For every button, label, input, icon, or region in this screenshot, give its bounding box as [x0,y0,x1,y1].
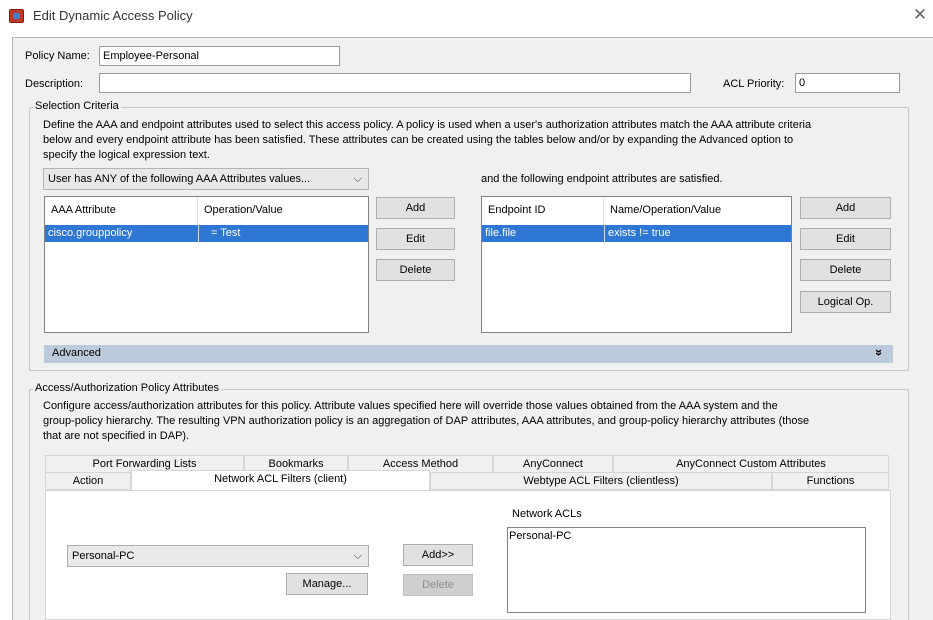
policy-name-label: Policy Name: [25,50,90,62]
chevron-down-icon: ⌵ [353,173,362,185]
access-description-line: that are not specified in DAP). [43,430,190,442]
double-chevron-down-icon: » [871,348,887,357]
aaa-attribute-cell: cisco.grouppolicy [48,227,133,239]
endpoint-column-header-id[interactable]: Endpoint ID [482,197,604,224]
window-title: Edit Dynamic Access Policy [33,8,193,23]
selection-description-line: specify the logical expression text. [43,149,210,161]
selection-description: Define the AAA and endpoint attributes u… [43,118,903,163]
selection-description-line: below and every endpoint attribute has b… [43,134,794,146]
network-acls-label: Network ACLs [512,508,582,520]
app-icon [9,9,24,23]
delete-acl-button: Delete [403,574,473,596]
network-acl-combo[interactable]: Personal-PC ⌵ [67,545,369,567]
endpoint-add-button[interactable]: Add [800,197,891,219]
aaa-column-header-attribute[interactable]: AAA Attribute [45,197,198,224]
endpoint-edit-button[interactable]: Edit [800,228,891,250]
description-label: Description: [25,78,84,90]
access-description-line: Configure access/authorization attribute… [43,400,778,412]
aaa-attributes-table[interactable]: AAA Attribute Operation/Value cisco.grou… [44,196,369,333]
description-input[interactable] [99,73,691,93]
logical-op-button[interactable]: Logical Op. [800,291,891,313]
access-description-line: group-policy hierarchy. The resulting VP… [43,415,810,427]
title-bar: Edit Dynamic Access Policy ✕ [0,0,933,32]
endpoint-attributes-table[interactable]: Endpoint ID Name/Operation/Value file.fi… [481,196,792,333]
tab-network-acl-filters[interactable]: Network ACL Filters (client) [131,470,430,490]
acl-priority-label: ACL Priority: [723,78,785,90]
endpoint-delete-button[interactable]: Delete [800,259,891,281]
tab-anyconnect[interactable]: AnyConnect [493,455,613,473]
tab-action[interactable]: Action [45,472,131,490]
aaa-delete-button[interactable]: Delete [376,259,455,281]
tab-functions[interactable]: Functions [772,472,889,490]
access-attributes-title: Access/Authorization Policy Attributes [33,382,222,394]
acl-priority-input[interactable]: 0 [795,73,900,93]
selection-criteria-title: Selection Criteria [33,100,121,112]
aaa-add-button[interactable]: Add [376,197,455,219]
tab-webtype-acl-filters[interactable]: Webtype ACL Filters (clientless) [430,472,772,490]
close-icon[interactable]: ✕ [911,5,929,25]
aaa-column-header-operation[interactable]: Operation/Value [198,197,368,224]
access-description: Configure access/authorization attribute… [43,399,903,444]
advanced-label: Advanced [52,347,101,359]
chevron-down-icon: ⌵ [353,550,362,562]
policy-name-input[interactable]: Employee-Personal [99,46,340,66]
advanced-expander[interactable]: Advanced » [44,345,893,363]
aaa-operation-cell: = Test [198,225,368,242]
add-acl-button[interactable]: Add>> [403,544,473,566]
endpoint-value-cell: exists != true [604,225,791,242]
table-row[interactable]: file.file exists != true [482,225,791,242]
endpoint-criteria-text: and the following endpoint attributes ar… [481,173,723,185]
endpoint-column-header-value[interactable]: Name/Operation/Value [604,197,791,224]
network-acl-combo-value: Personal-PC [72,550,135,562]
endpoint-id-cell: file.file [485,227,517,239]
list-item[interactable]: Personal-PC [508,528,865,544]
tab-anyconnect-custom-attributes[interactable]: AnyConnect Custom Attributes [613,455,889,473]
network-acls-list[interactable]: Personal-PC [507,527,866,613]
selection-description-line: Define the AAA and endpoint attributes u… [43,119,812,131]
aaa-edit-button[interactable]: Edit [376,228,455,250]
manage-button[interactable]: Manage... [286,573,368,595]
aaa-match-combo[interactable]: User has ANY of the following AAA Attrib… [43,168,369,190]
table-row[interactable]: cisco.grouppolicy = Test [45,225,368,242]
aaa-match-combo-value: User has ANY of the following AAA Attrib… [48,173,311,185]
